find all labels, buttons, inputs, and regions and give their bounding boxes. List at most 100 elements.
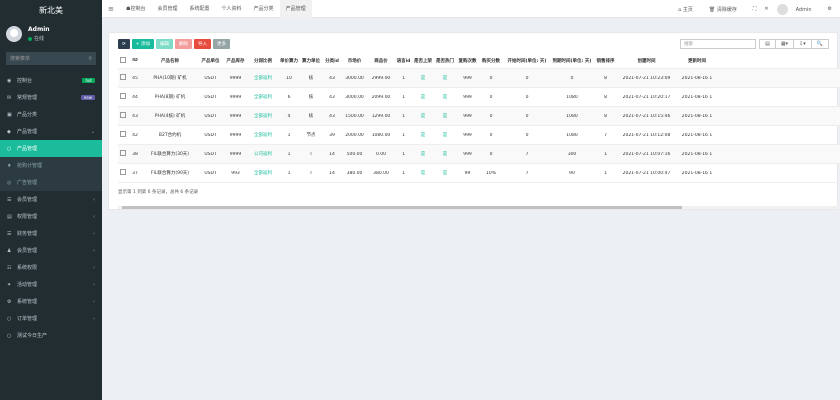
topbar-username: Admin [795, 6, 812, 13]
table-cell: 是 [442, 95, 448, 100]
home-link[interactable]: ⌂ 主页 [678, 6, 701, 13]
row-checkbox[interactable] [120, 112, 126, 118]
menu-icon: ◎ [7, 179, 12, 186]
tab-4[interactable]: 产品分类 [248, 0, 280, 18]
sidebar-search-input[interactable]: 搜索菜单 ⚲ [6, 52, 96, 65]
toolbar-button-5[interactable]: 更多 [212, 39, 230, 49]
table-row[interactable]: 44 PHA(8期) 矿机 USDT 9999 全部返利 6 核 43 3000.00 2099.… [118, 88, 840, 107]
tab-label: 产品管理 [285, 6, 306, 12]
sidebar-item-7[interactable]: ☰ 会员管理 ‹ [0, 191, 102, 208]
table-cell: 43 [329, 94, 335, 100]
fullscreen-icon[interactable]: ⛶ [753, 6, 757, 12]
table-cell[interactable] [118, 131, 128, 139]
chevron-icon: ‹ [93, 196, 95, 203]
toolbar-button-2[interactable]: 编辑 [155, 39, 173, 49]
settings-icon[interactable]: ⚙ [828, 6, 832, 12]
menu-label: 产品分类 [17, 112, 38, 118]
table-cell[interactable] [118, 169, 128, 177]
table-cell: T [309, 151, 313, 157]
pagination-info: 显示第 1 到第 6 条记录，总共 6 条记录 [118, 190, 199, 195]
table-row[interactable]: 37 FIL联合算力(90天) USDT 993 全部返利 1 T 14 380.00 380.0… [118, 164, 840, 183]
tab-label: 系统配置 [189, 6, 210, 12]
tab-2[interactable]: 系统配置 [184, 0, 216, 18]
menu-label: 产品管理 [17, 146, 38, 152]
menu-toggle-icon[interactable]: ≡ [102, 5, 120, 13]
menu-label: 测试今日生产 [17, 333, 48, 339]
sidebar-item-11[interactable]: ☷ 系统权限 ‹ [0, 259, 102, 276]
sidebar-item-3[interactable]: ◆ 产品管理 ⌄ [0, 123, 102, 140]
sidebar-item-15[interactable]: ○ 测试今日生产 [0, 327, 102, 344]
row-checkbox[interactable] [120, 131, 126, 137]
table-cell: 2099.00 [371, 94, 391, 100]
user-menu[interactable]: Admin [776, 3, 820, 15]
table-row[interactable]: 38 FIL联合算力(30天) USDT 9999 公司返利 1 T 14 500.00 0.00… [118, 145, 840, 164]
sidebar-item-14[interactable]: ○ 订单管理 ‹ [0, 310, 102, 327]
table-cell: PHA(10期) 矿机 [153, 76, 187, 81]
menu-icon: ▤ [7, 213, 12, 220]
tab-3[interactable]: 个人资料 [216, 0, 248, 18]
table-cell: 993 [231, 170, 240, 176]
column-header: 创建时间 [637, 58, 656, 64]
brand-logo[interactable]: 新北美 [0, 0, 102, 20]
tab-label: 个人资料 [221, 6, 242, 12]
table-tool-3[interactable]: 🔍 [810, 39, 829, 49]
table-row[interactable]: 42 B2T合约机 USDT 9999 全部返利 1 节点 39 2000.00 1080.00 1… [118, 126, 840, 145]
table-tool-1[interactable]: ▦▾ [774, 39, 795, 49]
table-cell: 8 [604, 113, 607, 119]
menu-icon: ♦ [7, 162, 12, 169]
column-header: 商品价 [374, 58, 388, 64]
menu-label: 系统权限 [17, 265, 38, 271]
table-row[interactable]: 43 PHA(4核) 矿机 USDT 9999 全部返利 4 核 43 1500.00 1299.… [118, 107, 840, 126]
toolbar: ⟳ + 添加 编辑 删除 导入 更多 [118, 39, 232, 49]
column-header[interactable] [118, 56, 128, 65]
table-search-input[interactable]: 搜索 [680, 39, 757, 49]
table-cell: 2021-08-16 1 [681, 170, 713, 176]
toolbar-button-3[interactable]: 删除 [174, 39, 192, 49]
sidebar-item-4[interactable]: ○ 产品管理 [0, 140, 102, 157]
table-cell: 0.00 [375, 151, 387, 157]
table-cell: 2021-08-16 1 [681, 94, 713, 100]
toolbar-button-4[interactable]: 导入 [193, 39, 211, 49]
table-cell: 37 [132, 170, 138, 176]
table-cell: PHA(4核) 矿机 [154, 114, 186, 119]
table-row[interactable]: 45 PHA(10期) 矿机 USDT 9999 全部返利 10 核 43 3000.00 299… [118, 69, 840, 88]
sidebar-item-12[interactable]: ✦ 活动管理 ‹ [0, 276, 102, 293]
table-cell: 2021-07-21 10:23:09 [622, 75, 671, 81]
table-tool-2[interactable]: ⇩▾ [793, 39, 812, 49]
toolbar-button-0[interactable]: ⟳ [118, 39, 130, 49]
sidebar-item-1[interactable]: ✉ 常规管理 new [0, 89, 102, 106]
select-all-checkbox[interactable] [120, 56, 126, 63]
row-checkbox[interactable] [120, 74, 126, 80]
topbar-avatar [776, 3, 788, 15]
sidebar-item-5[interactable]: ♦ 抢购计管理 [0, 157, 102, 174]
nav-tabs: ☗ 控制台 会员管理 系统配置 个人资料 产品分类 产品管理 [120, 0, 312, 18]
sidebar-item-13[interactable]: ⚙ 系统管理 ‹ [0, 293, 102, 310]
sidebar-item-10[interactable]: ♟ 会员管理 ‹ [0, 242, 102, 259]
sidebar-item-2[interactable]: ▣ 产品分类 [0, 106, 102, 123]
sidebar-item-6[interactable]: ◎ 广告管理 [0, 174, 102, 191]
menu-icon: ○ [7, 145, 12, 152]
clear-cache-button[interactable]: 🗑 清除缓存 [709, 6, 745, 13]
toolbar-button-1[interactable]: + 添加 [131, 39, 154, 49]
table-cell: 0 [489, 132, 493, 138]
table-tool-0[interactable]: ▤ [759, 39, 776, 49]
row-checkbox[interactable] [120, 150, 126, 156]
sidebar-item-8[interactable]: ▤ 权限管理 ‹ [0, 208, 102, 225]
tab-5[interactable]: 产品管理 [279, 0, 312, 18]
table-cell[interactable] [118, 93, 128, 101]
row-checkbox[interactable] [120, 169, 126, 175]
tab-1[interactable]: 会员管理 [152, 0, 184, 18]
table-cell: 是 [420, 76, 426, 81]
table-cell[interactable] [118, 150, 128, 158]
sidebar-item-9[interactable]: ☰ 财务管理 ‹ [0, 225, 102, 242]
row-checkbox[interactable] [120, 93, 126, 99]
menu-icon: ✉ [7, 94, 12, 101]
horizontal-scrollbar[interactable] [118, 206, 840, 209]
search-icon[interactable]: ⚲ [88, 56, 92, 62]
expand-icon[interactable]: ✕ [764, 6, 768, 12]
tab-0[interactable]: ☗ 控制台 [120, 0, 152, 18]
sidebar-item-0[interactable]: ◉ 控制台 hot [0, 72, 102, 89]
table-cell[interactable] [118, 112, 128, 120]
table-cell[interactable] [118, 74, 128, 82]
scrollbar-thumb[interactable] [122, 206, 682, 209]
